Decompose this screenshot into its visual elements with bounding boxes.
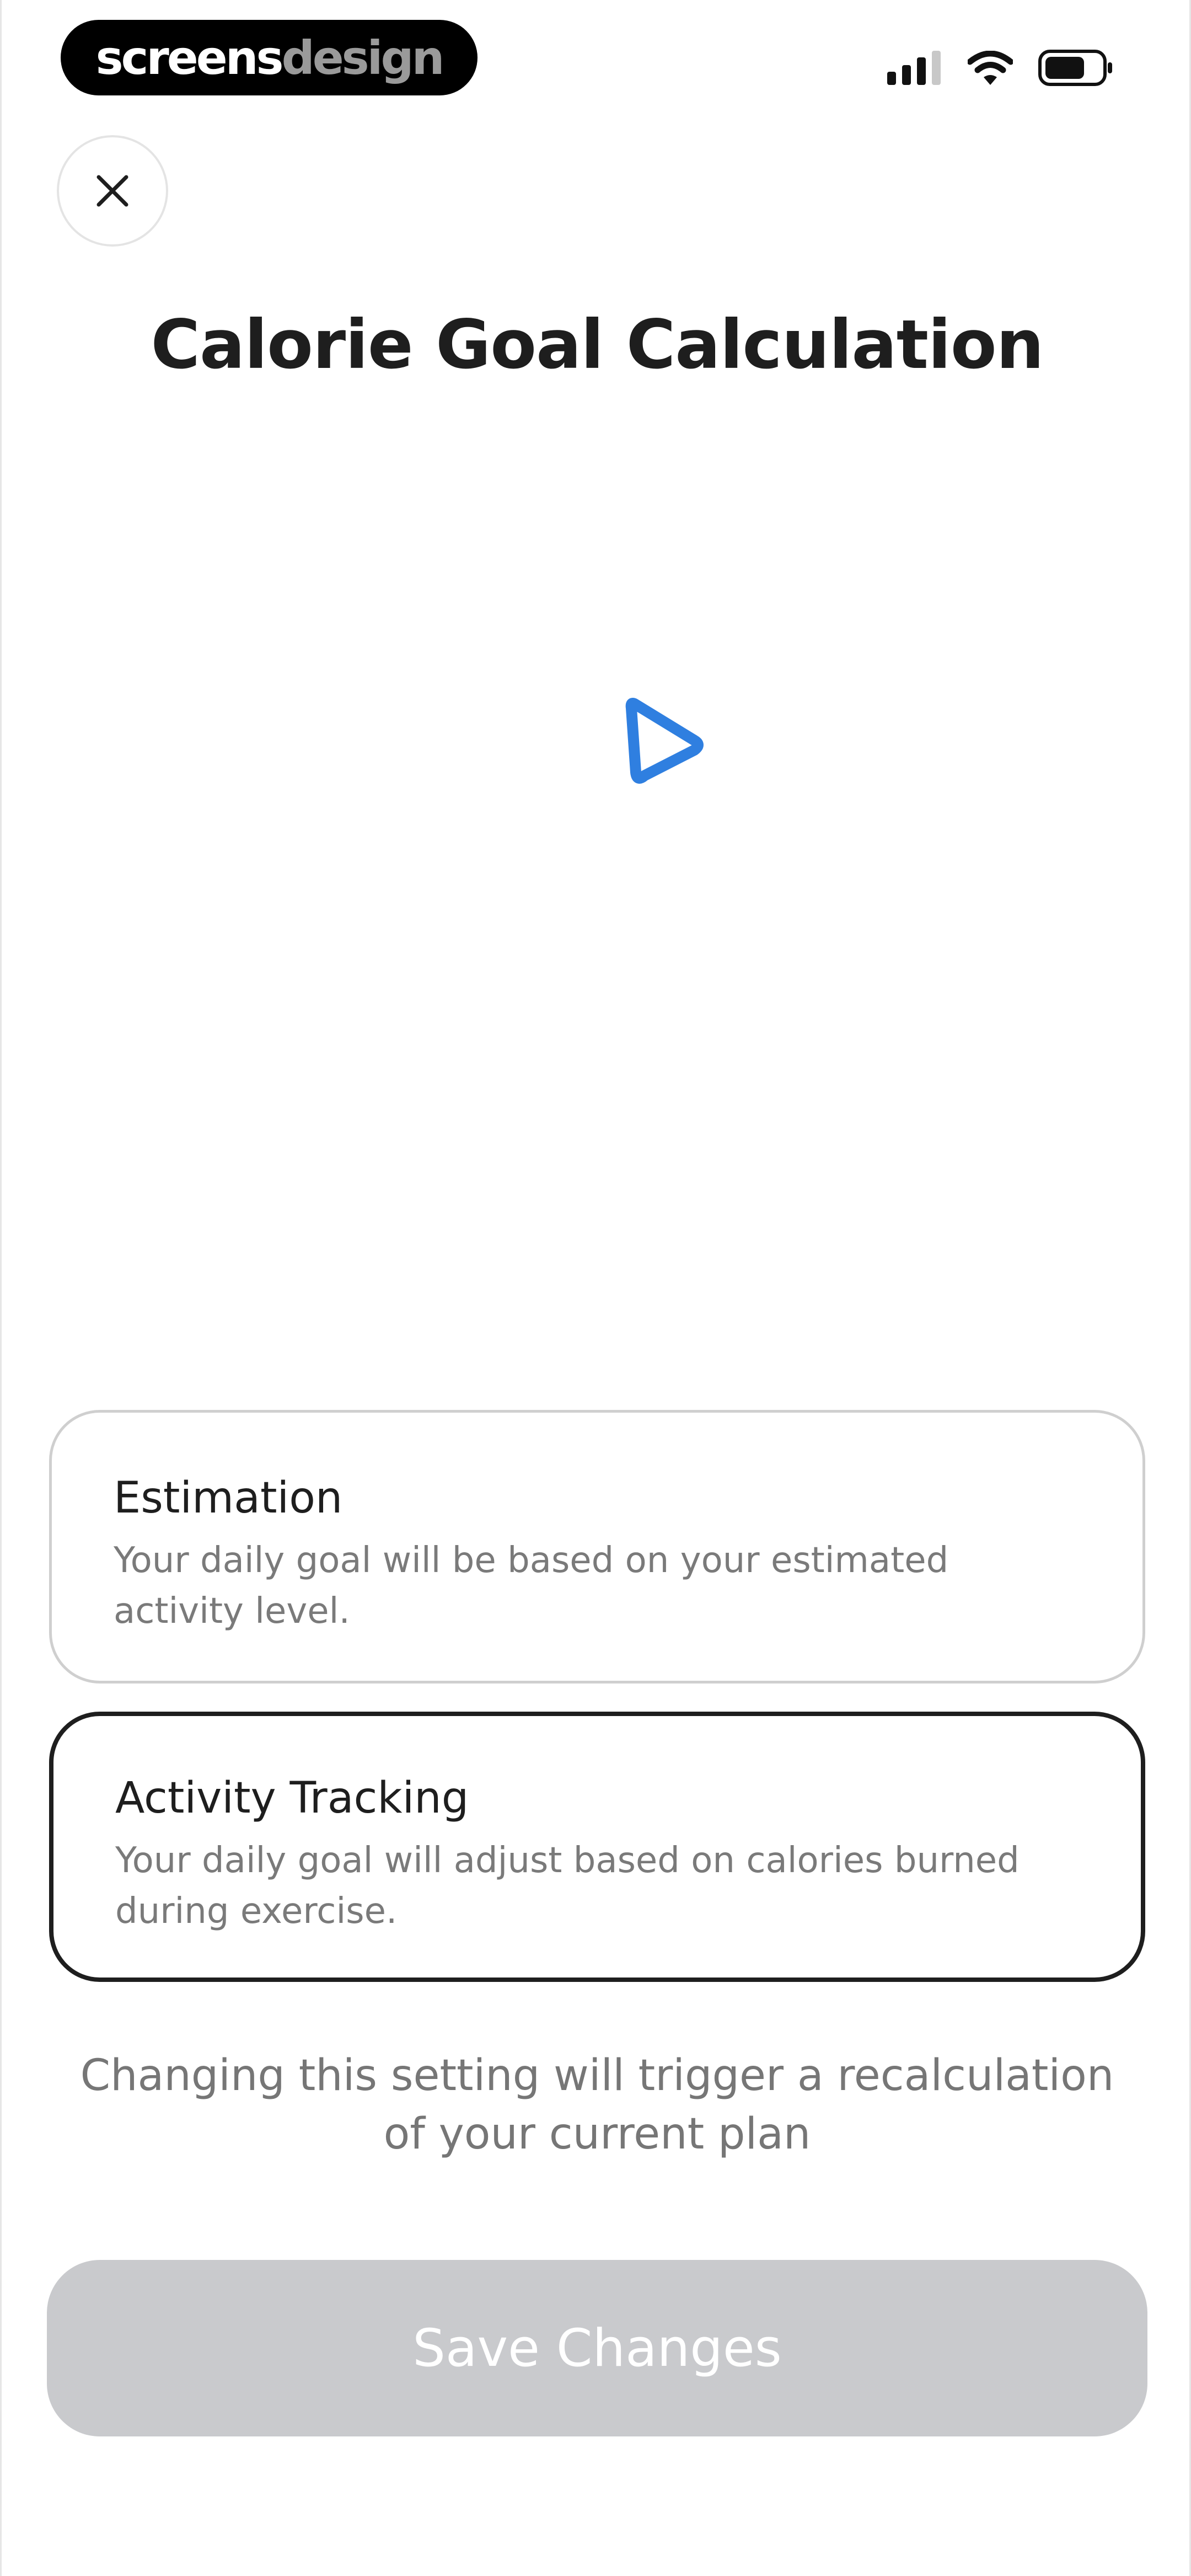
- option-title: Activity Tracking: [115, 1773, 469, 1823]
- wifi-icon: [968, 51, 1013, 85]
- option-description: Your daily goal will be based on your es…: [114, 1540, 949, 1632]
- brand-logo: screensdesign: [61, 20, 478, 95]
- option-card-activity-tracking[interactable]: Activity Tracking Your daily goal will a…: [49, 1712, 1145, 1982]
- option-description: Your daily goal will adjust based on cal…: [115, 1840, 1020, 1932]
- page-title: Calorie Goal Calculation: [151, 306, 1044, 384]
- save-changes-label: Save Changes: [412, 2318, 782, 2379]
- brand-logo-text: screensdesign: [95, 30, 445, 85]
- save-changes-button[interactable]: Save Changes: [47, 2260, 1147, 2436]
- close-icon: [96, 175, 128, 207]
- close-button[interactable]: [57, 135, 168, 247]
- battery-icon: [1038, 50, 1112, 86]
- cellular-signal-icon: [887, 51, 941, 85]
- recalculation-note: Changing this setting will trigger a rec…: [80, 2051, 1114, 2159]
- status-bar-icons: [887, 49, 1113, 87]
- pointer-cursor-icon: [625, 698, 704, 784]
- app-screen: screensdesign Calorie Goal Calculation E…: [0, 0, 1191, 2576]
- option-title: Estimation: [114, 1473, 343, 1523]
- option-card-estimation[interactable]: Estimation Your daily goal will be based…: [49, 1410, 1145, 1684]
